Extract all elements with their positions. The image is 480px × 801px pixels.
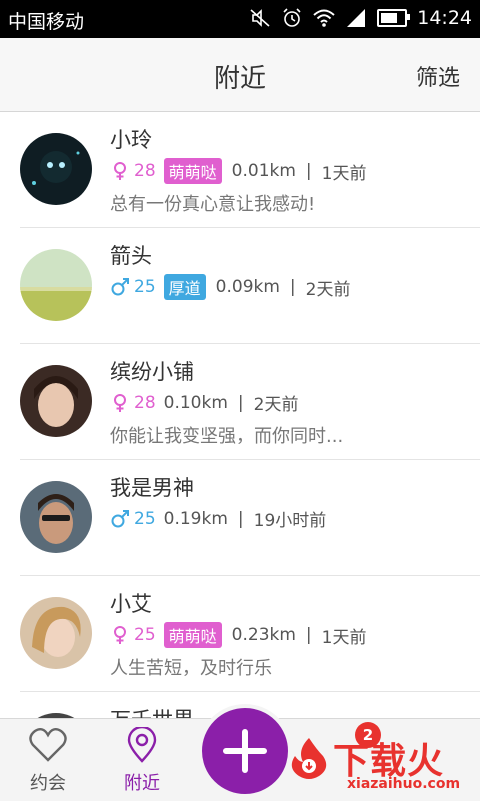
user-name: 万千世界 [110, 704, 194, 718]
alarm-icon [283, 8, 301, 27]
location-pin-icon [127, 725, 157, 763]
tab-label: 附近 [124, 773, 160, 794]
carrier-name: 中国移动 [8, 11, 85, 33]
filter-button[interactable]: 筛选 [416, 60, 460, 92]
user-distance: 0.19km [163, 508, 228, 529]
user-name: 我是男神 [110, 476, 194, 500]
separator: | [305, 161, 312, 181]
user-distance: 0.10km [163, 392, 228, 413]
signal-icon [347, 9, 366, 27]
separator: | [289, 277, 296, 297]
tab-label: 约会 [30, 773, 66, 794]
user-age: 25 [134, 277, 156, 297]
wifi-icon [313, 9, 335, 27]
separator: | [237, 392, 244, 413]
user-distance: 0.01km [231, 161, 296, 181]
separator: | [237, 508, 244, 529]
user-age: 25 [134, 508, 156, 529]
plus-icon [223, 729, 267, 773]
battery-icon [377, 9, 411, 27]
user-tag: 萌萌哒 [163, 622, 222, 648]
mute-icon [250, 9, 270, 27]
user-tag: 萌萌哒 [163, 158, 222, 184]
female-icon [114, 162, 126, 180]
user-last-active: 1天前 [321, 627, 367, 648]
list-item[interactable]: 缤纷小铺 28 0.10km | 2天前 你能让我变坚强，而你同时... [0, 344, 480, 460]
female-icon [114, 626, 126, 644]
list-item[interactable]: 小艾 25 萌萌哒 0.23km | 1天前 人生苦短，及时行乐 [0, 576, 480, 692]
user-distance: 0.23km [231, 625, 296, 645]
status-bar: 中国移动 14:24 [0, 0, 480, 38]
user-name: 小艾 [110, 592, 152, 616]
user-signature: 人生苦短，及时行乐 [110, 658, 272, 679]
heart-icon [29, 728, 67, 762]
user-age: 25 [134, 625, 156, 645]
user-signature: 总有一份真心意让我感动! [110, 194, 316, 215]
user-last-active: 19小时前 [253, 511, 327, 531]
avatar[interactable] [20, 133, 92, 205]
user-last-active: 2天前 [253, 395, 299, 415]
user-distance: 0.09km [215, 277, 280, 297]
watermark-logo: 下载火 xiazaihuo.com [285, 728, 480, 800]
user-name: 小玲 [110, 128, 152, 152]
list-item[interactable]: 我是男神 25 0.19km | 19小时前 [0, 460, 480, 576]
user-tag: 厚道 [163, 274, 206, 300]
user-name: 箭头 [110, 244, 152, 268]
male-icon [111, 509, 129, 527]
nearby-user-list: 小玲 28 萌萌哒 0.01km | 1天前 总有一份真心意让我感动! 箭头 2… [0, 112, 480, 718]
avatar[interactable] [20, 481, 92, 553]
user-age: 28 [134, 161, 156, 181]
nav-bar: 附近 筛选 [0, 38, 480, 112]
list-item[interactable]: 箭头 25 厚道 0.09km | 2天前 [0, 228, 480, 344]
user-signature: 你能让我变坚强，而你同时... [110, 426, 344, 447]
flame-icon [291, 738, 327, 779]
user-name: 缤纷小铺 [110, 360, 194, 384]
male-icon [111, 278, 129, 296]
female-icon [114, 393, 126, 412]
tab-dating[interactable]: 约会 [8, 727, 88, 795]
add-button[interactable] [198, 704, 292, 798]
avatar[interactable] [20, 365, 92, 437]
status-time: 14:24 [417, 7, 472, 29]
watermark-url: xiazaihuo.com [347, 776, 461, 792]
user-age: 28 [134, 392, 156, 413]
page-title: 附近 [213, 64, 266, 94]
tab-nearby[interactable]: 附近 [102, 725, 182, 795]
avatar[interactable] [20, 597, 92, 669]
user-last-active: 2天前 [305, 279, 351, 300]
separator: | [305, 625, 312, 645]
user-last-active: 1天前 [321, 163, 367, 184]
list-item[interactable]: 小玲 28 萌萌哒 0.01km | 1天前 总有一份真心意让我感动! [0, 112, 480, 228]
avatar[interactable] [20, 249, 92, 321]
